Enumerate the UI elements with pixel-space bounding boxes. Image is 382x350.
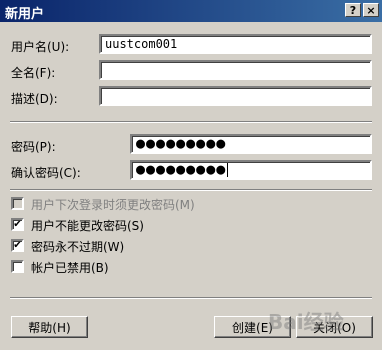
confirm-password-input[interactable]: ●●●●●●●●● (130, 160, 372, 180)
account-disabled-checkbox[interactable] (11, 260, 24, 273)
fullname-input[interactable] (99, 60, 372, 80)
help-button[interactable]: 帮助(H) (11, 316, 88, 338)
must-change-password-label: 用户下次登录时须更改密码(M) (31, 198, 195, 212)
password-never-expires-label: 密码永不过期(W) (31, 240, 125, 254)
username-input[interactable]: uustcom001 (99, 34, 372, 54)
close-title-button[interactable]: × (363, 3, 379, 17)
checkmark-icon: ✔ (13, 239, 22, 251)
help-button-label: 帮助(H) (28, 320, 71, 335)
close-icon: × (366, 3, 376, 17)
checkmark-icon: ✔ (13, 218, 22, 230)
text-caret (227, 162, 229, 177)
description-input[interactable] (99, 86, 372, 106)
watermark: Bai经验 (268, 310, 344, 334)
must-change-password-checkbox[interactable] (11, 197, 24, 210)
confirm-password-label: 确认密码(C): (11, 166, 81, 180)
window-title: 新用户 (5, 7, 45, 22)
cannot-change-password-label: 用户不能更改密码(S) (31, 219, 144, 233)
password-input[interactable]: ●●●●●●●●● (130, 134, 372, 154)
password-never-expires-checkbox[interactable]: ✔ (11, 239, 24, 252)
confirm-password-mask: ●●●●●●●●● (136, 160, 227, 178)
username-label: 用户名(U): (11, 40, 70, 54)
cannot-change-password-checkbox[interactable]: ✔ (11, 218, 24, 231)
separator-top (10, 121, 372, 123)
separator-mid (10, 189, 372, 191)
question-icon: ? (349, 3, 357, 17)
account-disabled-label: 帐户已禁用(B) (31, 261, 109, 275)
create-button-label: 创建(E) (232, 320, 273, 335)
separator-bottom (10, 297, 372, 299)
password-label: 密码(P): (11, 140, 56, 154)
title-bar: 新用户 ? × (0, 0, 382, 22)
description-label: 描述(D): (11, 92, 58, 106)
fullname-label: 全名(F): (11, 66, 56, 80)
help-title-button[interactable]: ? (345, 3, 361, 17)
password-mask: ●●●●●●●●● (136, 134, 227, 152)
